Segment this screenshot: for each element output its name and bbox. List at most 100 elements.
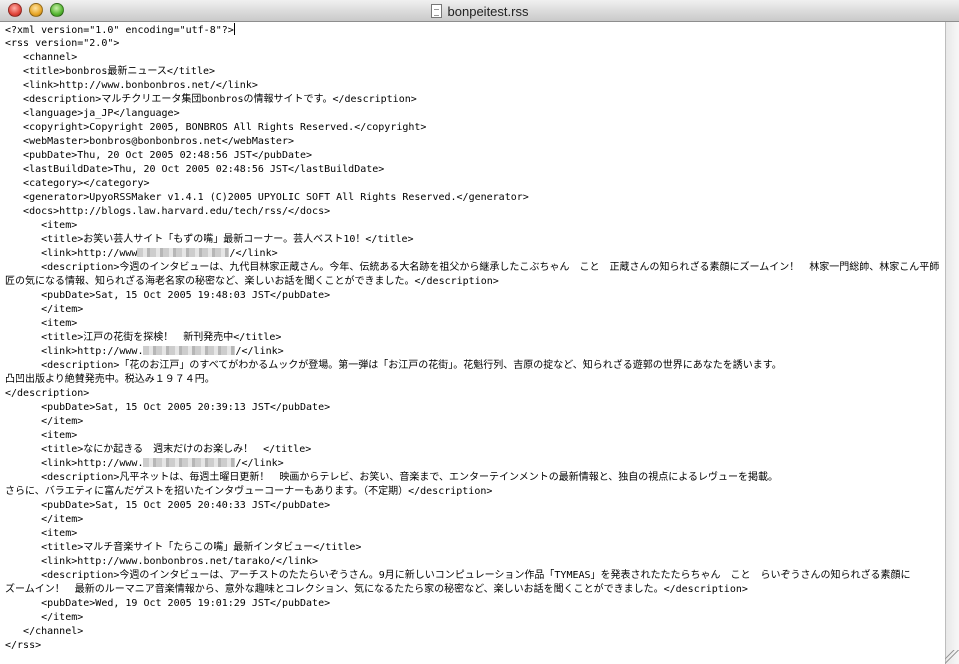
- line-text: <language>ja_JP</language>: [5, 108, 180, 119]
- line-text: <pubDate>Thu, 20 Oct 2005 02:48:56 JST</…: [5, 150, 313, 161]
- text-line: <link>http://www.bonbonbros.net/</link>: [5, 79, 945, 93]
- line-text: </item>: [5, 612, 84, 623]
- redacted-url-block: [143, 346, 236, 355]
- line-text: </description>: [5, 388, 90, 399]
- text-line: <channel>: [5, 51, 945, 65]
- text-line: <title>マルチ音楽サイト「たらこの嘴」最新インタビュー</title>: [5, 541, 945, 555]
- text-line: <lastBuildDate>Thu, 20 Oct 2005 02:48:56…: [5, 163, 945, 177]
- text-line: <link>http://www.bonbonbros.net/tarako/<…: [5, 555, 945, 569]
- text-line: <copyright>Copyright 2005, BONBROS All R…: [5, 121, 945, 135]
- text-line: </item>: [5, 611, 945, 625]
- text-line: <description>マルチクリエータ集団bonbrosの情報サイトです。<…: [5, 93, 945, 107]
- line-text-tail: /</link>: [235, 458, 284, 469]
- text-line: <title>お笑い芸人サイト「もずの嘴」最新コーナー。芸人ベスト10！</ti…: [5, 233, 945, 247]
- text-line: <pubDate>Wed, 19 Oct 2005 19:01:29 JST</…: [5, 597, 945, 611]
- line-text: <webMaster>bonbros@bonbonbros.net</webMa…: [5, 136, 294, 147]
- text-line: 凸凹出版より絶賛発売中。税込み１９７４円。: [5, 373, 945, 387]
- redacted-url-block: [137, 248, 230, 257]
- text-line: <link>http://www. /</link>: [5, 345, 945, 359]
- line-text: </item>: [5, 514, 84, 525]
- document-text[interactable]: <?xml version="1.0" encoding="utf-8"?> <r…: [0, 22, 945, 653]
- text-line: <title>なにか起きる 週末だけのお楽しみ！ </title>: [5, 443, 945, 457]
- line-text: <item>: [5, 430, 78, 441]
- text-line: ズームイン！ 最新のルーマニア音楽情報から、意外な趣味とコレクション、気になるた…: [5, 583, 945, 597]
- text-line: <language>ja_JP</language>: [5, 107, 945, 121]
- line-text: <description>「花のお江戸」のすべてがわかるムックが登場。第一弾は「…: [5, 360, 782, 371]
- line-text: <copyright>Copyright 2005, BONBROS All R…: [5, 122, 427, 133]
- document-icon: [430, 4, 442, 18]
- line-text: <link>http://www.: [5, 346, 144, 357]
- text-line: <description>「花のお江戸」のすべてがわかるムックが登場。第一弾は「…: [5, 359, 945, 373]
- text-line: </item>: [5, 415, 945, 429]
- minimize-icon[interactable]: [29, 3, 43, 17]
- line-text: <title>江戸の花街を探検！ 新刊発売中</title>: [5, 332, 282, 343]
- line-text: <description>今週のインタビューは、アーチストのたたらいぞうさん。9…: [5, 570, 911, 581]
- text-line: </item>: [5, 303, 945, 317]
- title-bar[interactable]: bonpeitest.rss: [0, 0, 959, 22]
- text-line: <webMaster>bonbros@bonbonbros.net</webMa…: [5, 135, 945, 149]
- line-text: <lastBuildDate>Thu, 20 Oct 2005 02:48:56…: [5, 164, 385, 175]
- line-text-tail: /</link>: [229, 248, 278, 259]
- line-text-tail: /</link>: [235, 346, 284, 357]
- line-text: <title>お笑い芸人サイト「もずの嘴」最新コーナー。芸人ベスト10！</ti…: [5, 234, 414, 245]
- redacted-url-block: [143, 458, 236, 467]
- text-line: <pubDate>Sat, 15 Oct 2005 19:48:03 JST</…: [5, 289, 945, 303]
- text-line: <rss version="2.0">: [5, 37, 945, 51]
- text-line: <description>今週のインタビューは、アーチストのたたらいぞうさん。9…: [5, 569, 945, 583]
- line-text: <rss version="2.0">: [5, 38, 120, 49]
- text-line: <item>: [5, 527, 945, 541]
- line-text: <item>: [5, 220, 78, 231]
- vertical-scrollbar[interactable]: [945, 22, 959, 664]
- text-line: <pubDate>Thu, 20 Oct 2005 02:48:56 JST</…: [5, 149, 945, 163]
- line-text: <category></category>: [5, 178, 150, 189]
- text-line: <category></category>: [5, 177, 945, 191]
- window-title-group: bonpeitest.rss: [0, 0, 959, 22]
- text-line: <?xml version="1.0" encoding="utf-8"?>: [5, 23, 945, 37]
- text-line: <item>: [5, 429, 945, 443]
- text-line: </channel>: [5, 625, 945, 639]
- resize-grip-icon[interactable]: [945, 650, 959, 664]
- line-text: 匠の気になる情報、知られざる海老名家の秘密など、楽しいお話を聞くことができました…: [5, 276, 499, 287]
- text-line: <link>http://www. /</link>: [5, 457, 945, 471]
- line-text: <description>凡平ネットは、毎週土曜日更新！ 映画からテレビ、お笑い…: [5, 472, 778, 483]
- text-content-area[interactable]: <?xml version="1.0" encoding="utf-8"?> <r…: [0, 22, 945, 664]
- line-text: <link>http://www: [5, 248, 138, 259]
- text-line: <link>http://www /</link>: [5, 247, 945, 261]
- line-text: <generator>UpyoRSSMaker v1.4.1 (C)2005 U…: [5, 192, 529, 203]
- text-line: <item>: [5, 317, 945, 331]
- zoom-icon[interactable]: [50, 3, 64, 17]
- line-text: <item>: [5, 318, 78, 329]
- line-text: <description>マルチクリエータ集団bonbrosの情報サイトです。<…: [5, 94, 417, 105]
- text-line: <pubDate>Sat, 15 Oct 2005 20:40:33 JST</…: [5, 499, 945, 513]
- text-line: <item>: [5, 219, 945, 233]
- line-text: <pubDate>Sat, 15 Oct 2005 19:48:03 JST</…: [5, 290, 331, 301]
- close-icon[interactable]: [8, 3, 22, 17]
- line-text: </rss>: [5, 640, 42, 651]
- text-line: さらに、バラエティに富んだゲストを招いたインタヴューコーナーもあります。（不定期…: [5, 485, 945, 499]
- text-line: <title>江戸の花街を探検！ 新刊発売中</title>: [5, 331, 945, 345]
- text-line: <pubDate>Sat, 15 Oct 2005 20:39:13 JST</…: [5, 401, 945, 415]
- text-line: <description>今週のインタビューは、九代目林家正蔵さん。今年、伝統あ…: [5, 261, 945, 275]
- line-text: <channel>: [5, 52, 78, 63]
- text-line: <docs>http://blogs.law.harvard.edu/tech/…: [5, 205, 945, 219]
- text-line: <title>bonbros最新ニュース</title>: [5, 65, 945, 79]
- line-text: <pubDate>Sat, 15 Oct 2005 20:39:13 JST</…: [5, 402, 331, 413]
- text-line: <description>凡平ネットは、毎週土曜日更新！ 映画からテレビ、お笑い…: [5, 471, 945, 485]
- line-text: <title>なにか起きる 週末だけのお楽しみ！ </title>: [5, 444, 312, 455]
- line-text: <title>マルチ音楽サイト「たらこの嘴」最新インタビュー</title>: [5, 542, 362, 553]
- text-line: </description>: [5, 387, 945, 401]
- line-text: <docs>http://blogs.law.harvard.edu/tech/…: [5, 206, 331, 217]
- text-editor-window: bonpeitest.rss <?xml version="1.0" encod…: [0, 0, 959, 664]
- line-text: </channel>: [5, 626, 84, 637]
- text-line: </rss>: [5, 639, 945, 653]
- line-text: <item>: [5, 528, 78, 539]
- text-line: <generator>UpyoRSSMaker v1.4.1 (C)2005 U…: [5, 191, 945, 205]
- line-text: ズームイン！ 最新のルーマニア音楽情報から、意外な趣味とコレクション、気になるた…: [5, 584, 748, 595]
- line-text: </item>: [5, 304, 84, 315]
- line-text: <link>http://www.bonbonbros.net/</link>: [5, 80, 258, 91]
- line-text: 凸凹出版より絶賛発売中。税込み１９７４円。: [5, 374, 215, 385]
- line-text: <?xml version="1.0" encoding="utf-8"?>: [5, 25, 234, 36]
- line-text: </item>: [5, 416, 84, 427]
- line-text: <pubDate>Sat, 15 Oct 2005 20:40:33 JST</…: [5, 500, 331, 511]
- line-text: <pubDate>Wed, 19 Oct 2005 19:01:29 JST</…: [5, 598, 331, 609]
